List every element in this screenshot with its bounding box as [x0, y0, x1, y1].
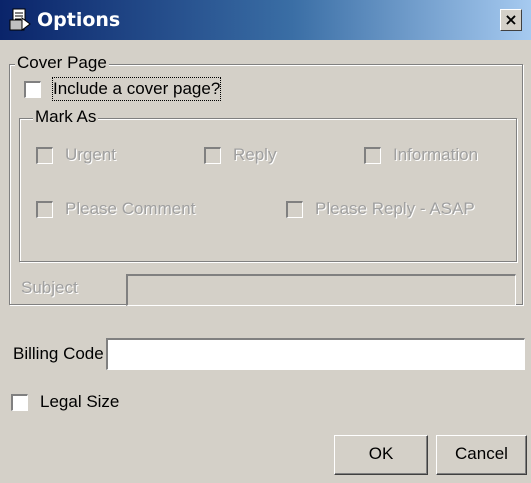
- include-cover-page-box[interactable]: [24, 80, 41, 98]
- mark-please-reply-asap-checkbox[interactable]: Please Reply - ASAP: [286, 198, 475, 220]
- mark-reply-box[interactable]: [204, 146, 221, 164]
- fax-document-icon: [9, 8, 31, 31]
- include-cover-page-checkbox[interactable]: Include a cover page?: [24, 77, 222, 101]
- mark-as-group: [19, 118, 517, 262]
- mark-reply-label: Reply: [233, 145, 277, 164]
- mark-as-legend: Mark As: [33, 107, 99, 127]
- billing-code-input[interactable]: [108, 340, 524, 369]
- subject-label: Subject: [21, 278, 78, 297]
- billing-code-field[interactable]: [106, 338, 525, 370]
- cover-page-legend: Cover Page: [15, 53, 109, 73]
- mark-please-comment-checkbox[interactable]: Please Comment: [36, 198, 195, 220]
- window-title: Options: [37, 9, 121, 31]
- mark-please-comment-label: Please Comment: [65, 199, 196, 218]
- legal-size-checkbox[interactable]: Legal Size: [11, 391, 119, 413]
- mark-reply-checkbox[interactable]: Reply: [204, 144, 276, 166]
- mark-information-checkbox[interactable]: Information: [364, 144, 478, 166]
- close-button[interactable]: ×: [500, 9, 522, 31]
- mark-urgent-checkbox[interactable]: Urgent: [36, 144, 116, 166]
- billing-code-label: Billing Code: [13, 344, 104, 363]
- ok-button[interactable]: OK: [334, 435, 428, 475]
- mark-please-comment-box[interactable]: [36, 200, 53, 218]
- title-bar: Options ×: [0, 0, 531, 40]
- legal-size-label: Legal Size: [40, 392, 120, 411]
- legal-size-box[interactable]: [11, 393, 28, 411]
- mark-urgent-label: Urgent: [65, 145, 117, 164]
- mark-urgent-box[interactable]: [36, 146, 53, 164]
- subject-input[interactable]: [128, 276, 515, 305]
- close-icon: ×: [504, 10, 518, 29]
- mark-please-reply-asap-label: Please Reply - ASAP: [315, 199, 475, 218]
- mark-please-reply-asap-box[interactable]: [286, 200, 303, 218]
- cancel-button[interactable]: Cancel: [436, 435, 527, 475]
- mark-information-label: Information: [393, 145, 479, 164]
- mark-information-box[interactable]: [364, 146, 381, 164]
- subject-field[interactable]: [126, 274, 516, 306]
- include-cover-page-label: Include a cover page?: [51, 77, 222, 101]
